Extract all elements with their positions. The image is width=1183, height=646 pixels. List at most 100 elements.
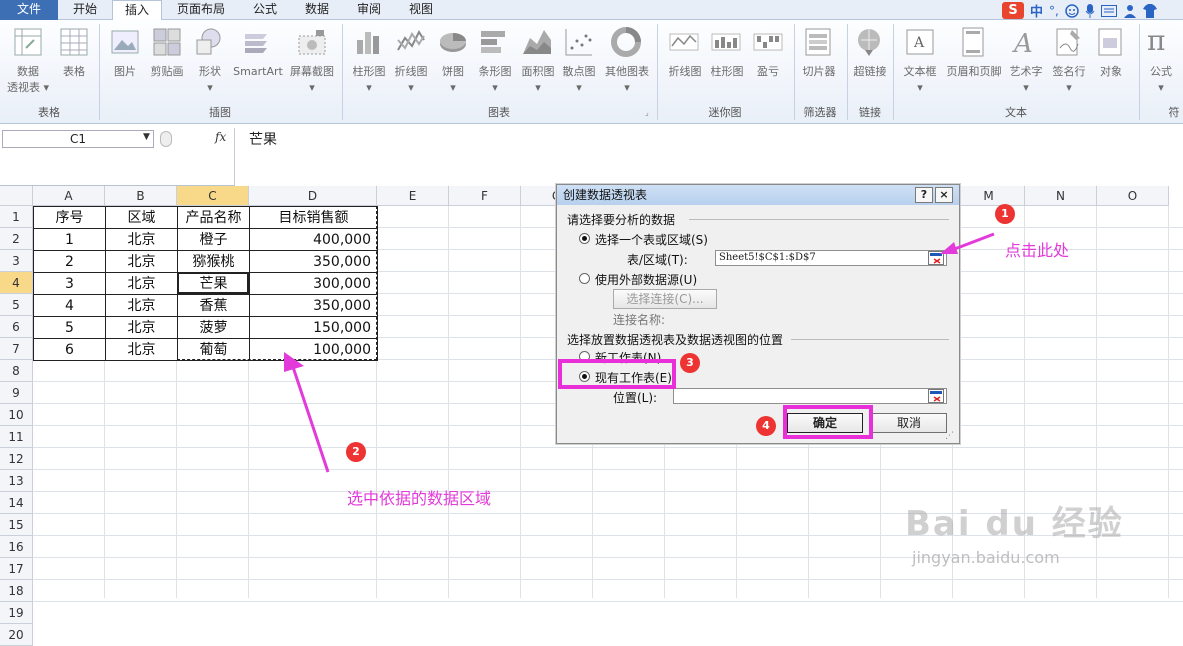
help-button[interactable]: ?	[915, 187, 933, 203]
hyperlink-button[interactable]: 超链接	[849, 64, 891, 80]
table-cell[interactable]: 400,000	[249, 228, 378, 251]
column-header[interactable]: A	[33, 186, 105, 206]
area-chart-button[interactable]: 面积图 ▾	[517, 64, 559, 96]
table-header-cell[interactable]: 序号	[33, 206, 106, 229]
pivot-table-button[interactable]: 数据 透视表 ▾	[4, 64, 52, 96]
pivot-table-icon[interactable]	[12, 26, 44, 58]
name-box-dropdown-icon[interactable]: ▼	[143, 132, 150, 142]
close-button[interactable]: ×	[935, 187, 953, 203]
screenshot-icon[interactable]	[296, 26, 328, 58]
line-chart-icon[interactable]	[395, 26, 427, 58]
scatter-chart-icon[interactable]	[563, 26, 595, 58]
tab-file[interactable]: 文件	[0, 0, 58, 20]
object-icon[interactable]	[1095, 26, 1127, 58]
screenshot-button[interactable]: 屏幕截图 ▾	[286, 64, 338, 96]
row-header[interactable]: 9	[0, 382, 33, 404]
winloss-button[interactable]: 盈亏	[750, 64, 786, 80]
picture-icon[interactable]	[109, 26, 141, 58]
sparkline-line-button[interactable]: 折线图	[664, 64, 706, 80]
table-cell[interactable]: 猕猴桃	[177, 250, 250, 273]
cancel-button[interactable]: 取消	[871, 413, 947, 433]
skin-icon[interactable]	[1142, 3, 1157, 18]
signature-button[interactable]: 签名行 ▾	[1048, 64, 1090, 96]
column-chart-button[interactable]: 柱形图 ▾	[346, 64, 392, 96]
tab-page-layout[interactable]: 页面布局	[165, 0, 237, 20]
table-cell[interactable]: 北京	[105, 272, 178, 295]
row-header[interactable]: 4	[0, 272, 33, 294]
ime-lang[interactable]: 中	[1030, 1, 1043, 20]
formula-input[interactable]: 芒果	[234, 128, 1183, 186]
row-header[interactable]: 18	[0, 580, 33, 602]
bar-chart-icon[interactable]	[478, 26, 510, 58]
column-header[interactable]: O	[1097, 186, 1169, 206]
column-header[interactable]: D	[249, 186, 377, 206]
tab-data[interactable]: 数据	[292, 0, 342, 20]
table-cell[interactable]: 350,000	[249, 250, 378, 273]
table-cell[interactable]: 北京	[105, 338, 178, 361]
sparkline-line-icon[interactable]	[668, 26, 700, 58]
table-cell[interactable]: 北京	[105, 294, 178, 317]
row-header[interactable]: 7	[0, 338, 33, 360]
radio-external-source[interactable]	[579, 273, 590, 284]
table-cell[interactable]: 4	[33, 294, 106, 317]
table-cell[interactable]: 橙子	[177, 228, 250, 251]
table-cell[interactable]: 1	[33, 228, 106, 251]
row-header[interactable]: 10	[0, 404, 33, 426]
keyboard-icon[interactable]	[1100, 4, 1117, 17]
radio-select-table[interactable]	[579, 233, 590, 244]
line-chart-button[interactable]: 折线图 ▾	[390, 64, 432, 96]
table-icon[interactable]	[58, 26, 90, 58]
row-header[interactable]: 17	[0, 558, 33, 580]
select-all-corner[interactable]	[0, 186, 33, 206]
column-header[interactable]: E	[377, 186, 449, 206]
table-cell[interactable]: 芒果	[177, 272, 250, 295]
row-header[interactable]: 20	[0, 624, 33, 646]
signature-icon[interactable]	[1052, 26, 1084, 58]
object-button[interactable]: 对象	[1092, 64, 1130, 80]
row-header[interactable]: 14	[0, 492, 33, 514]
row-header[interactable]: 2	[0, 228, 33, 250]
name-box[interactable]: C1	[2, 130, 154, 148]
table-cell[interactable]: 150,000	[249, 316, 378, 339]
winloss-icon[interactable]	[752, 26, 784, 58]
table-header-cell[interactable]: 产品名称	[177, 206, 250, 229]
wordart-icon[interactable]: A	[1009, 26, 1041, 58]
tab-insert[interactable]: 插入	[112, 0, 162, 21]
emoji-icon[interactable]	[1065, 3, 1079, 18]
row-header[interactable]: 15	[0, 514, 33, 536]
collapse-location-icon[interactable]	[928, 389, 944, 403]
table-cell[interactable]: 350,000	[249, 294, 378, 317]
insert-function-icon[interactable]: fx	[215, 130, 226, 144]
row-header[interactable]: 12	[0, 448, 33, 470]
microphone-icon[interactable]	[1085, 3, 1095, 18]
smartart-icon[interactable]	[241, 26, 273, 58]
sparkline-column-icon[interactable]	[710, 26, 742, 58]
choose-connection-button[interactable]: 选择连接(C)...	[613, 289, 717, 309]
tab-formulas[interactable]: 公式	[240, 0, 290, 20]
table-cell[interactable]: 5	[33, 316, 106, 339]
row-header[interactable]: 6	[0, 316, 33, 338]
column-header[interactable]: M	[953, 186, 1025, 206]
column-header[interactable]: B	[105, 186, 177, 206]
other-charts-button[interactable]: 其他图表 ▾	[600, 64, 654, 96]
table-header-cell[interactable]: 区域	[105, 206, 178, 229]
column-chart-icon[interactable]	[353, 26, 385, 58]
range-input[interactable]: Sheet5!$C$1:$D$7	[715, 250, 947, 266]
row-header[interactable]: 5	[0, 294, 33, 316]
row-header[interactable]: 8	[0, 360, 33, 382]
picture-button[interactable]: 图片	[106, 64, 144, 80]
row-header[interactable]: 3	[0, 250, 33, 272]
other-charts-icon[interactable]	[610, 26, 642, 58]
textbox-button[interactable]: 文本框 ▾	[898, 64, 942, 96]
table-cell[interactable]: 香蕉	[177, 294, 250, 317]
row-header[interactable]: 16	[0, 536, 33, 558]
table-cell[interactable]: 葡萄	[177, 338, 250, 361]
resize-grip-icon[interactable]: ⋰	[945, 431, 954, 441]
table-cell[interactable]: 2	[33, 250, 106, 273]
shapes-icon[interactable]	[193, 26, 225, 58]
column-header[interactable]: C	[177, 186, 249, 206]
table-cell[interactable]: 北京	[105, 250, 178, 273]
row-header[interactable]: 19	[0, 602, 33, 624]
tab-review[interactable]: 审阅	[344, 0, 394, 20]
slicer-icon[interactable]	[802, 26, 834, 58]
